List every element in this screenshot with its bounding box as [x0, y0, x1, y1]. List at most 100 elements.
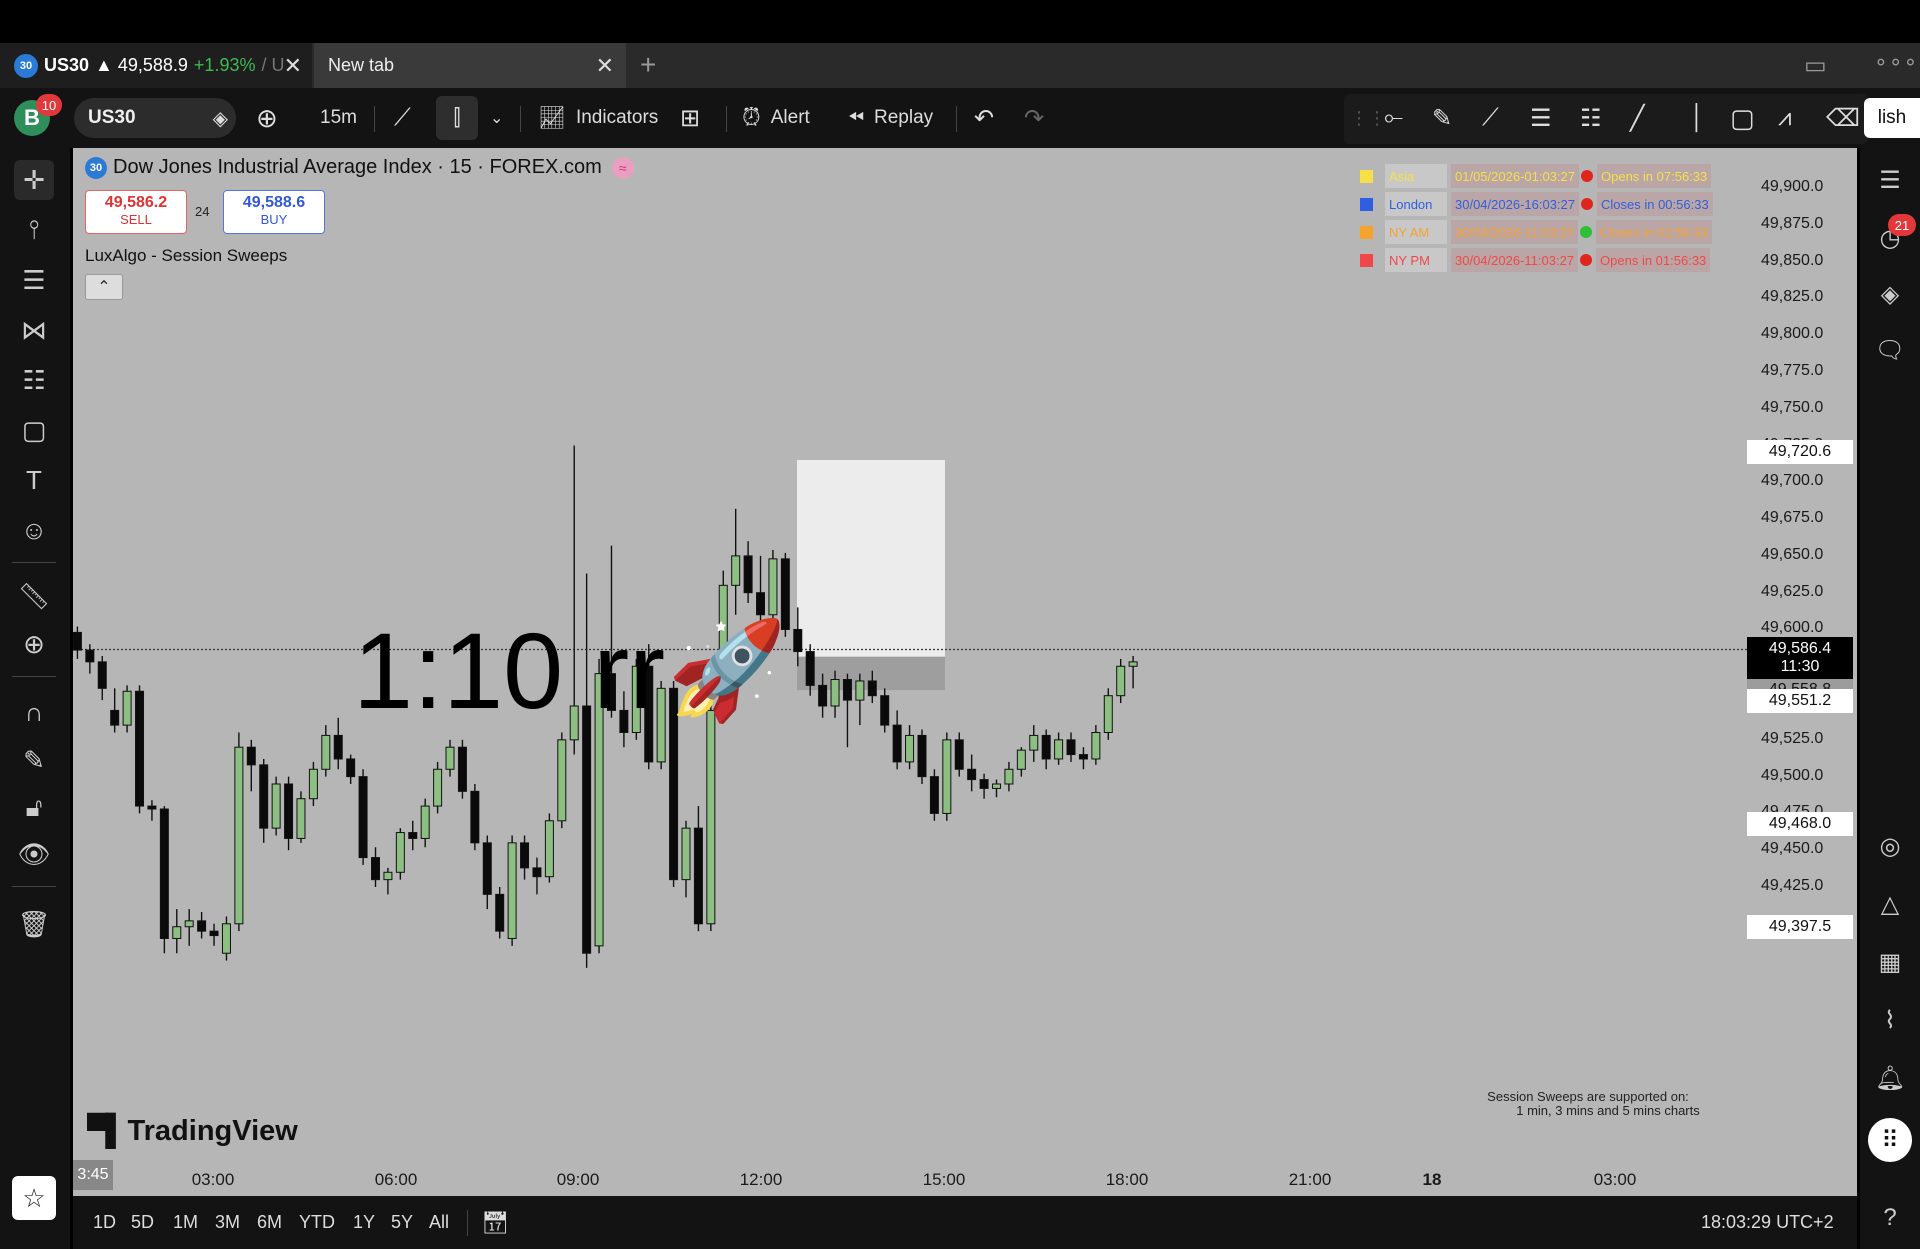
candle-body: [358, 776, 368, 859]
candle-body: [395, 832, 405, 873]
chart-title: Dow Jones Industrial Average Index · 15 …: [113, 156, 602, 178]
crosshair-icon[interactable]: ✛: [14, 160, 54, 200]
price-scale[interactable]: 49,900.0 49,875.0 49,850.0 49,825.0 49,800.0…: [1747, 148, 1857, 1196]
buy-button[interactable]: 49,588.6 BUY: [223, 190, 325, 234]
status-dot-icon: [1581, 198, 1593, 210]
layout-grid-icon[interactable]: ⊞: [680, 88, 700, 148]
candle-body: [110, 709, 120, 726]
candle-body: [818, 684, 828, 707]
candle-body: [532, 867, 542, 878]
feed-icon[interactable]: ⌇: [1870, 1000, 1910, 1040]
zoom-in-icon[interactable]: ⊕: [14, 624, 54, 664]
clock[interactable]: 18:03:29 UTC+2: [1701, 1196, 1834, 1249]
price-tick: 49,750.0: [1761, 398, 1824, 416]
tab-new[interactable]: New tab ✕: [314, 43, 626, 88]
ray-icon[interactable]: ╱: [1630, 88, 1644, 148]
price-tick: 49,600.0: [1761, 619, 1824, 637]
symbol-search[interactable]: US30 ◈: [74, 98, 236, 138]
candle-body: [544, 820, 554, 878]
calendar-icon[interactable]: ▦: [1870, 942, 1910, 982]
trend-line-icon[interactable]: ⟋: [1482, 88, 1499, 148]
shapes-icon[interactable]: ▢: [14, 410, 54, 450]
candle-body: [557, 739, 567, 822]
brush-icon[interactable]: ✎: [1432, 88, 1452, 148]
trash-icon[interactable]: 🗑︎: [14, 904, 54, 944]
horizontal-ray-icon[interactable]: ⟜: [1384, 88, 1403, 148]
alert-button[interactable]: ⏰︎ Alert: [742, 88, 810, 148]
vertical-line-icon[interactable]: │: [1690, 88, 1705, 148]
add-tab-icon[interactable]: +: [640, 49, 656, 81]
pitchfork-icon[interactable]: ⋈: [14, 310, 54, 350]
range-3m[interactable]: 3M: [215, 1196, 240, 1249]
range-ytd[interactable]: YTD: [299, 1196, 335, 1249]
candle-body: [880, 695, 890, 726]
chevron-down-icon[interactable]: ⌄: [490, 88, 503, 148]
chat-icon[interactable]: 🗨︎: [1870, 330, 1910, 370]
more-icon[interactable]: ∘∘∘: [1874, 49, 1918, 75]
rectangle-icon[interactable]: ▢: [1730, 88, 1755, 148]
time-label: 03:00: [191, 1170, 235, 1189]
long-position-icon[interactable]: ☰: [1530, 88, 1552, 148]
undo-icon[interactable]: ↶: [974, 88, 994, 148]
publish-button[interactable]: lish: [1864, 98, 1920, 138]
watchlist-icon[interactable]: ☰: [1870, 160, 1910, 200]
range-1m[interactable]: 1M: [173, 1196, 198, 1249]
range-6m[interactable]: 6M: [257, 1196, 282, 1249]
range-all[interactable]: All: [429, 1196, 449, 1249]
range-5y[interactable]: 5Y: [391, 1196, 413, 1249]
price-tick: 49,675.0: [1761, 509, 1824, 527]
candle-body: [408, 832, 418, 839]
price-tick: 49,625.0: [1761, 582, 1824, 600]
tab-us30[interactable]: 30 US30 ▲ 49,588.9 +1.93% / U ✕: [0, 43, 312, 88]
help-icon[interactable]: ?: [1870, 1198, 1910, 1238]
emoji-icon[interactable]: ☺: [14, 510, 54, 550]
candle-body: [681, 827, 691, 881]
range-1y[interactable]: 1Y: [353, 1196, 375, 1249]
close-tab-icon[interactable]: ✕: [284, 53, 302, 79]
candle-body: [445, 746, 455, 770]
collapse-legend-icon[interactable]: ⌃: [85, 274, 123, 300]
interval-button[interactable]: 15m: [320, 88, 357, 148]
eye-icon[interactable]: 👁︎: [14, 834, 54, 874]
time-label: 03:00: [1593, 1170, 1637, 1189]
avatar[interactable]: B 10: [14, 88, 62, 148]
short-position-icon[interactable]: ☷: [1580, 88, 1602, 148]
annotation-text[interactable]: 1:10 rr 🚀: [353, 608, 787, 733]
window-layout-icon[interactable]: ▭: [1804, 51, 1827, 80]
add-symbol-icon[interactable]: ⊕: [256, 88, 278, 148]
indicator-label[interactable]: LuxAlgo - Session Sweeps: [85, 246, 287, 266]
layers-icon[interactable]: ◈: [1870, 274, 1910, 314]
cursor-dot-icon[interactable]: ⫯: [14, 210, 54, 250]
price-marker: 49,551.2: [1747, 689, 1853, 714]
redo-icon[interactable]: ↷: [1024, 88, 1044, 148]
magnet-icon[interactable]: ∩: [14, 692, 54, 732]
lock-icon[interactable]: 🔓︎: [14, 788, 54, 828]
range-1d[interactable]: 1D: [93, 1196, 116, 1249]
close-tab-icon[interactable]: ✕: [596, 53, 614, 79]
compare-icon[interactable]: ◈: [213, 106, 228, 131]
fib-icon[interactable]: ☷: [14, 360, 54, 400]
ideas-icon[interactable]: △: [1870, 884, 1910, 924]
sell-button[interactable]: 49,586.2 SELL: [85, 190, 187, 234]
replay-button[interactable]: ⏪︎ Replay: [848, 88, 933, 148]
chart-area[interactable]: 30 Dow Jones Industrial Average Index · …: [73, 148, 1857, 1196]
path-icon[interactable]: ⩘: [1778, 88, 1792, 148]
go-to-date-icon[interactable]: 📅︎: [481, 1196, 509, 1249]
candle-type-icon[interactable]: ⫿: [436, 96, 478, 140]
text-icon[interactable]: T: [14, 460, 54, 500]
apps-grid-icon[interactable]: ⠿: [1868, 1118, 1912, 1162]
line-chart-icon[interactable]: ⟋: [394, 88, 411, 148]
candle-body: [73, 631, 82, 651]
bell-icon[interactable]: 🔔︎: [1870, 1058, 1910, 1098]
horizontal-lines-icon[interactable]: ☰: [14, 260, 54, 300]
star-icon[interactable]: ☆: [12, 1176, 56, 1220]
target-icon[interactable]: ◎: [1870, 826, 1910, 866]
indicators-button[interactable]: 📈︎ Indicators: [538, 88, 658, 148]
range-5d[interactable]: 5D: [131, 1196, 154, 1249]
eraser-icon[interactable]: ⌫: [1826, 88, 1860, 148]
lock-drawing-icon[interactable]: ✎: [14, 740, 54, 780]
drag-handle-icon[interactable]: ⋮⋮: [1350, 88, 1386, 148]
tab-label: New tab: [328, 55, 395, 75]
sessions-table: Asia 01/05/2026-01:03:27 Opens in 07:56:33…: [1355, 160, 1775, 272]
ruler-icon[interactable]: 📏︎: [14, 576, 54, 616]
